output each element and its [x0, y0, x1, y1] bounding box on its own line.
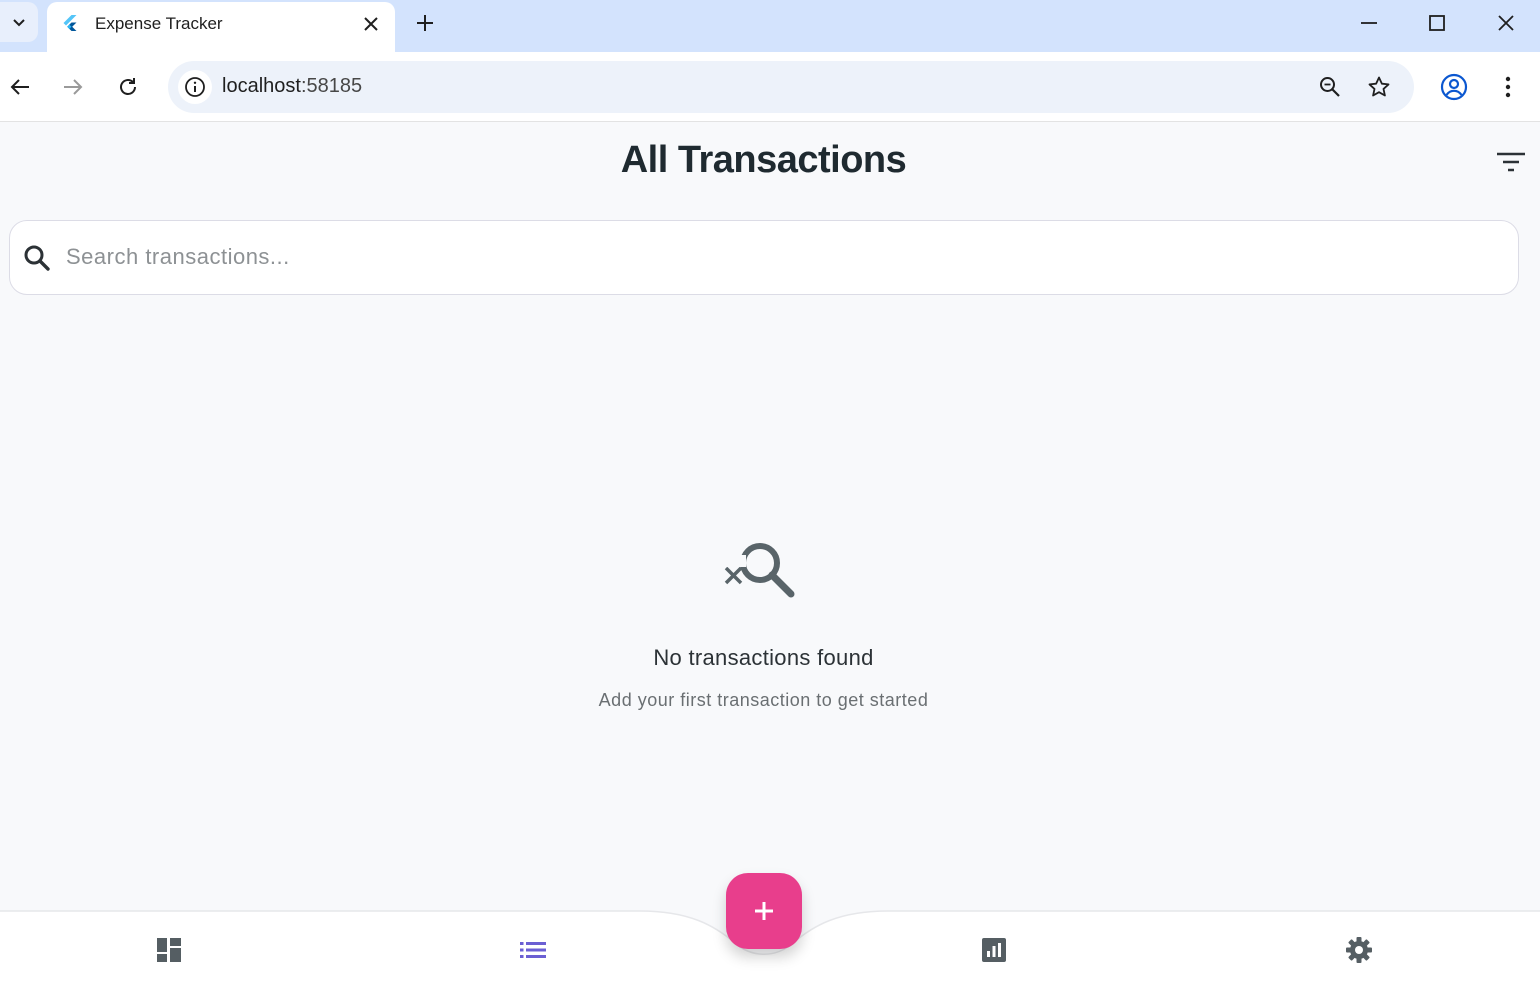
account-circle-icon	[1440, 73, 1468, 101]
dashboard-icon	[157, 938, 181, 962]
browser-menu-button[interactable]	[1490, 69, 1526, 105]
star-icon	[1368, 76, 1390, 97]
forward-button[interactable]	[55, 69, 91, 105]
filter-icon	[1497, 152, 1525, 172]
analytics-icon	[982, 938, 1006, 962]
list-icon	[520, 942, 546, 958]
empty-state-subtitle: Add your first transaction to get starte…	[598, 690, 929, 710]
flutter-logo-icon	[63, 15, 77, 31]
add-transaction-button[interactable]	[726, 873, 802, 949]
nav-item-transactions[interactable]	[508, 930, 558, 970]
empty-state-title: No transactions found	[653, 645, 874, 670]
search-input[interactable]	[66, 235, 1486, 279]
url-port: :58185	[300, 75, 363, 97]
browser-tabstrip: Expense Tracker	[0, 0, 1540, 52]
tab-search-button[interactable]	[0, 2, 38, 42]
new-tab-button[interactable]	[410, 8, 440, 38]
url-host: localhost	[222, 75, 301, 97]
tab-close-button[interactable]	[357, 10, 385, 38]
reload-button[interactable]	[110, 69, 146, 105]
close-window-button[interactable]	[1476, 4, 1536, 42]
close-icon	[1498, 15, 1514, 31]
maximize-button[interactable]	[1407, 4, 1467, 42]
zoom-icon	[1320, 77, 1340, 97]
maximize-icon	[1429, 15, 1445, 31]
chevron-down-icon	[13, 19, 25, 27]
url-text: localhost:58185	[222, 75, 362, 98]
reload-icon	[120, 78, 136, 95]
browser-toolbar: localhost:58185	[0, 52, 1540, 122]
more-vert-icon	[1505, 76, 1511, 98]
back-button[interactable]	[2, 69, 38, 105]
browser-tab-active[interactable]: Expense Tracker	[47, 2, 395, 52]
close-icon	[364, 17, 378, 31]
add-icon	[755, 902, 773, 920]
app-screen: All Transactions No transactions found A…	[0, 123, 1540, 984]
arrow-left-icon	[10, 79, 29, 95]
tab-title: Expense Tracker	[95, 14, 223, 33]
search-off-icon	[724, 543, 795, 598]
search-field[interactable]	[9, 220, 1519, 295]
bookmark-button[interactable]	[1364, 72, 1394, 102]
minimize-icon	[1361, 22, 1377, 24]
nav-item-settings[interactable]	[1334, 930, 1384, 970]
profile-button[interactable]	[1436, 69, 1472, 105]
arrow-right-icon	[64, 79, 83, 95]
nav-item-analytics[interactable]	[969, 930, 1019, 970]
search-icon	[24, 245, 50, 271]
info-icon	[185, 77, 205, 97]
site-info-button[interactable]	[178, 70, 212, 104]
minimize-button[interactable]	[1339, 4, 1399, 42]
zoom-button[interactable]	[1315, 72, 1345, 102]
plus-icon	[417, 15, 433, 31]
settings-icon	[1346, 937, 1372, 963]
filter-button[interactable]	[1491, 145, 1531, 179]
page-title: All Transactions	[620, 139, 907, 181]
nav-item-dashboard[interactable]	[144, 930, 194, 970]
address-bar[interactable]: localhost:58185	[168, 61, 1414, 113]
